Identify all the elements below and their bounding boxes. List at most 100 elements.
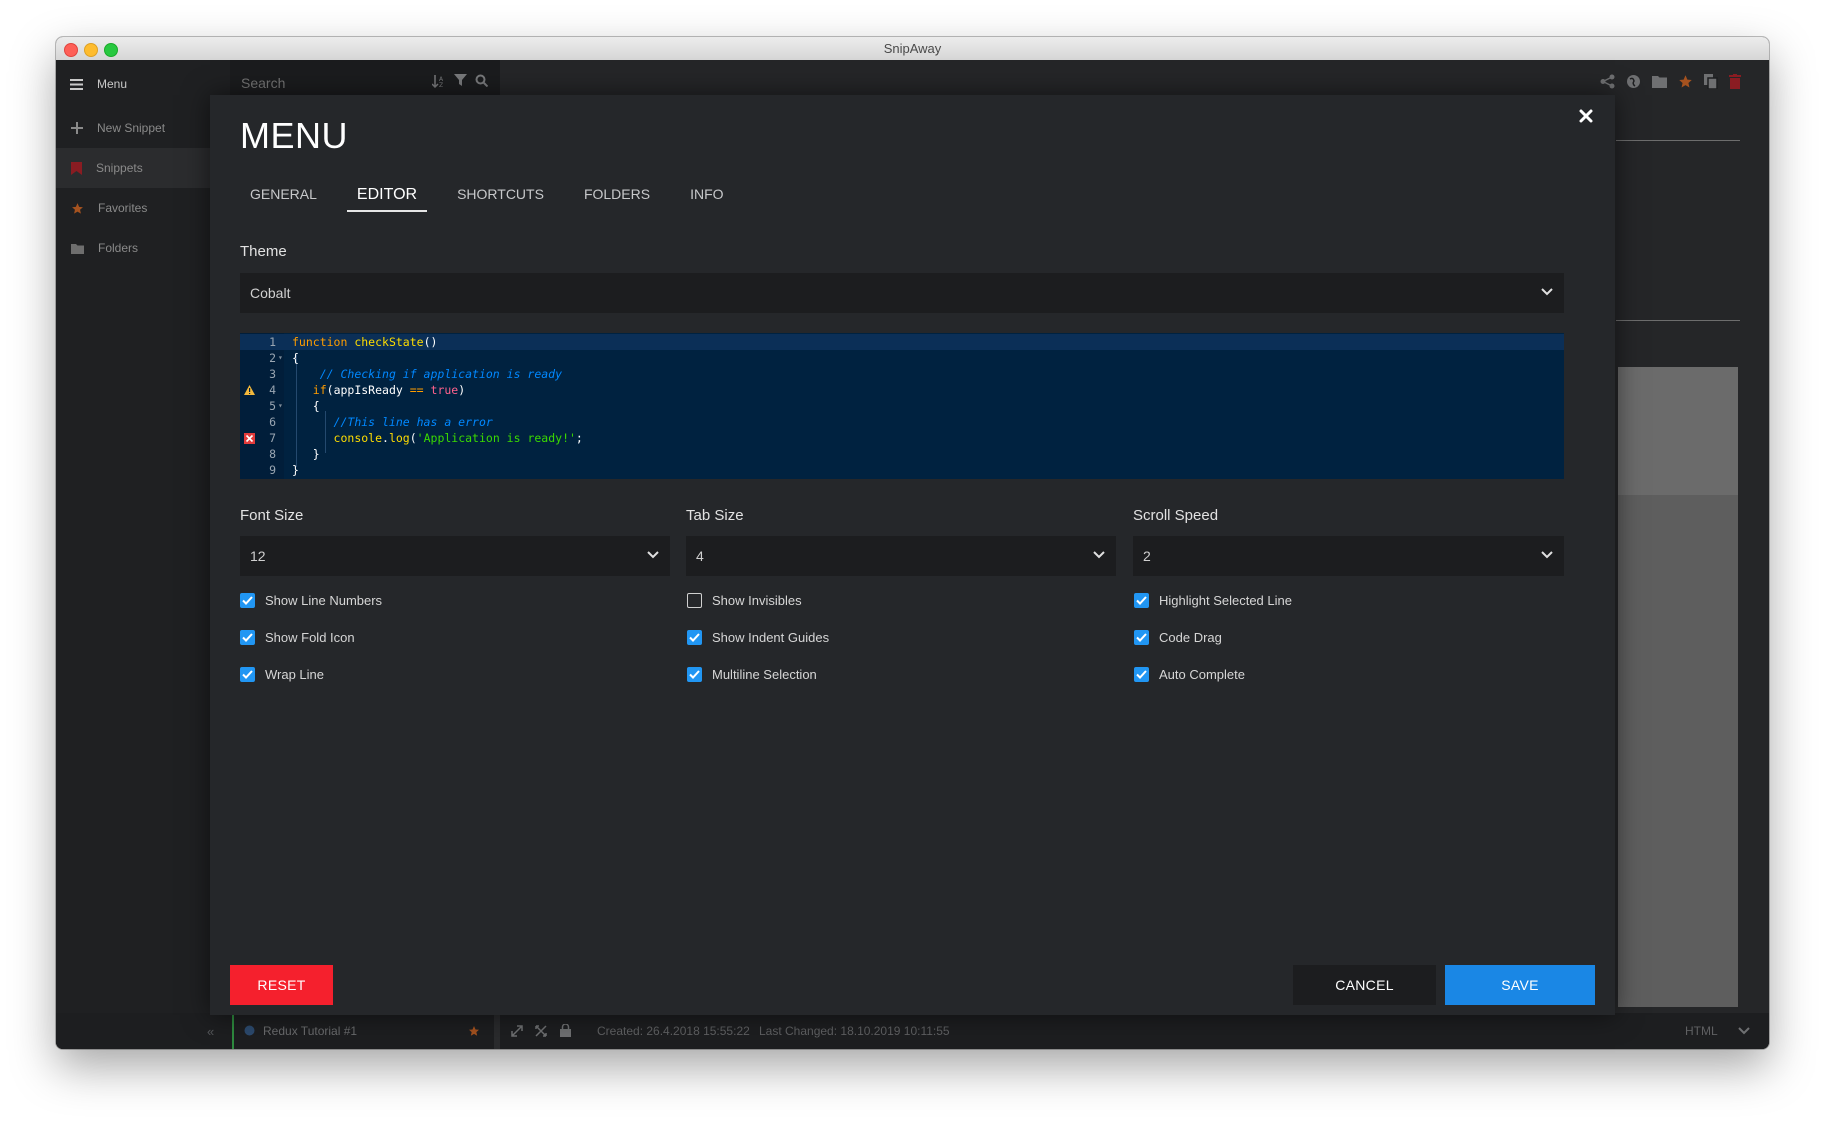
option-label: Highlight Selected Line xyxy=(1159,593,1292,608)
sidebar-item-snippets[interactable]: Snippets xyxy=(56,148,230,188)
tab-size-label: Tab Size xyxy=(686,507,744,524)
multiline-selection-checkbox[interactable] xyxy=(687,667,702,682)
folder-icon[interactable] xyxy=(1652,75,1667,88)
menu-toggle[interactable]: Menu xyxy=(56,60,230,108)
fold-icon[interactable]: ▾ xyxy=(278,398,283,414)
favorite-star-icon[interactable] xyxy=(1678,74,1693,89)
preview-area-lower xyxy=(1618,495,1738,1007)
copy-icon[interactable] xyxy=(1704,74,1718,89)
theme-label: Theme xyxy=(240,243,287,260)
sidebar-item-new-snippet[interactable]: New Snippet xyxy=(56,108,230,148)
code-drag-option[interactable]: Code Drag xyxy=(1134,630,1222,645)
created-timestamp: Created: 26.4.2018 15:55:22 xyxy=(597,1024,750,1038)
tab-editor[interactable]: EDITOR xyxy=(346,178,428,212)
fullscreen-icon[interactable] xyxy=(535,1025,547,1037)
lock-icon[interactable] xyxy=(560,1024,571,1037)
sidebar-item-favorites[interactable]: Favorites xyxy=(56,188,230,228)
code-line: 6 //This line has a error xyxy=(269,415,493,429)
wrap-line-checkbox[interactable] xyxy=(240,667,255,682)
window-title: SnipAway xyxy=(883,41,942,56)
language-select[interactable]: HTML xyxy=(1685,1024,1718,1038)
option-label: Wrap Line xyxy=(265,667,325,682)
show-fold-icon-option[interactable]: Show Fold Icon xyxy=(240,630,355,645)
tab-size-value: 4 xyxy=(696,548,704,564)
save-button[interactable]: SAVE xyxy=(1445,965,1595,1005)
auto-complete-checkbox[interactable] xyxy=(1134,667,1149,682)
trash-icon[interactable] xyxy=(1729,74,1741,89)
menu-label: Menu xyxy=(97,77,128,91)
scroll-speed-label: Scroll Speed xyxy=(1133,507,1219,524)
font-size-select[interactable]: 12 xyxy=(240,536,670,576)
theme-select[interactable]: Cobalt xyxy=(240,273,1564,313)
code-line: 2 ▾ { xyxy=(269,350,299,366)
search-input[interactable] xyxy=(239,74,403,92)
last-changed-timestamp: Last Changed: 18.10.2019 10:11:55 xyxy=(759,1024,950,1038)
sidebar-item-label: Favorites xyxy=(98,201,148,215)
language-globe-icon xyxy=(244,1025,255,1036)
title-bar: SnipAway xyxy=(56,37,1769,61)
sidebar-item-folders[interactable]: Folders xyxy=(56,228,230,268)
chevron-down-icon xyxy=(647,551,659,559)
show-invisibles-option[interactable]: Show Invisibles xyxy=(687,593,802,608)
tab-shortcuts[interactable]: SHORTCUTS xyxy=(447,178,554,212)
search-tools: AZ xyxy=(432,74,488,88)
sidebar: Menu New Snippet Snippets Favorites Fold… xyxy=(56,60,230,1049)
wrap-line-option[interactable]: Wrap Line xyxy=(240,667,324,682)
bookmark-icon xyxy=(71,161,82,175)
show-line-numbers-checkbox[interactable] xyxy=(240,593,255,608)
folder-icon xyxy=(71,243,84,254)
cancel-button[interactable]: CANCEL xyxy=(1293,965,1436,1005)
show-invisibles-checkbox[interactable] xyxy=(687,593,702,608)
code-drag-checkbox[interactable] xyxy=(1134,630,1149,645)
code-line: 8 } xyxy=(269,447,320,461)
sort-icon[interactable]: AZ xyxy=(432,74,446,88)
collapse-icon[interactable]: « xyxy=(207,1024,214,1039)
svg-text:Z: Z xyxy=(439,82,443,88)
expand-icon[interactable] xyxy=(511,1025,523,1037)
show-fold-icon-checkbox[interactable] xyxy=(240,630,255,645)
code-preview: 1 function checkState() 2 ▾ { 3 // Check… xyxy=(240,333,1564,479)
code-line: 4 if(appIsReady == true) xyxy=(240,382,1564,398)
sidebar-item-label: Folders xyxy=(98,241,139,255)
plus-icon xyxy=(71,122,83,134)
chevron-down-icon xyxy=(1093,551,1105,559)
show-indent-guides-checkbox[interactable] xyxy=(687,630,702,645)
settings-modal: MENU GENERAL EDITOR SHORTCUTS FOLDERS IN… xyxy=(210,95,1615,1015)
theme-value: Cobalt xyxy=(250,285,291,301)
highlight-selected-line-checkbox[interactable] xyxy=(1134,593,1149,608)
option-label: Code Drag xyxy=(1159,630,1222,645)
snippet-star-icon[interactable] xyxy=(468,1025,480,1037)
snippet-toolbar xyxy=(1600,74,1741,89)
code-line: 3 // Checking if application is ready xyxy=(269,367,563,381)
show-line-numbers-option[interactable]: Show Line Numbers xyxy=(240,593,382,608)
close-icon[interactable] xyxy=(1575,105,1597,127)
tab-size-select[interactable]: 4 xyxy=(686,536,1116,576)
code-line: 7 console.log('Application is ready!'; xyxy=(240,430,1564,446)
highlight-selected-line-option[interactable]: Highlight Selected Line xyxy=(1134,593,1292,608)
chevron-down-icon xyxy=(1541,288,1553,296)
tab-info[interactable]: INFO xyxy=(680,178,733,212)
code-line: 9 } xyxy=(269,463,299,477)
tab-folders[interactable]: FOLDERS xyxy=(574,178,660,212)
search-icon[interactable] xyxy=(475,74,488,87)
tab-general[interactable]: GENERAL xyxy=(240,178,327,212)
option-label: Show Indent Guides xyxy=(712,630,830,645)
auto-complete-option[interactable]: Auto Complete xyxy=(1134,667,1245,682)
multiline-selection-option[interactable]: Multiline Selection xyxy=(687,667,817,682)
fold-icon[interactable]: ▾ xyxy=(278,350,283,366)
reset-button[interactable]: RESET xyxy=(230,965,333,1005)
globe-icon[interactable] xyxy=(1626,74,1641,89)
active-snippet-name[interactable]: Redux Tutorial #1 xyxy=(263,1024,357,1038)
scroll-speed-select[interactable]: 2 xyxy=(1133,536,1564,576)
chevron-down-icon[interactable] xyxy=(1738,1027,1750,1035)
show-indent-guides-option[interactable]: Show Indent Guides xyxy=(687,630,829,645)
active-snippet-indicator xyxy=(232,1013,234,1049)
font-size-value: 12 xyxy=(250,548,266,564)
modal-tabs: GENERAL EDITOR SHORTCUTS FOLDERS INFO xyxy=(240,178,754,212)
code-line: 1 function checkState() xyxy=(240,334,1564,350)
divider xyxy=(1616,140,1740,141)
filter-icon[interactable] xyxy=(454,74,467,87)
divider xyxy=(494,1013,500,1049)
share-icon[interactable] xyxy=(1600,74,1615,89)
option-label: Show Line Numbers xyxy=(265,593,383,608)
